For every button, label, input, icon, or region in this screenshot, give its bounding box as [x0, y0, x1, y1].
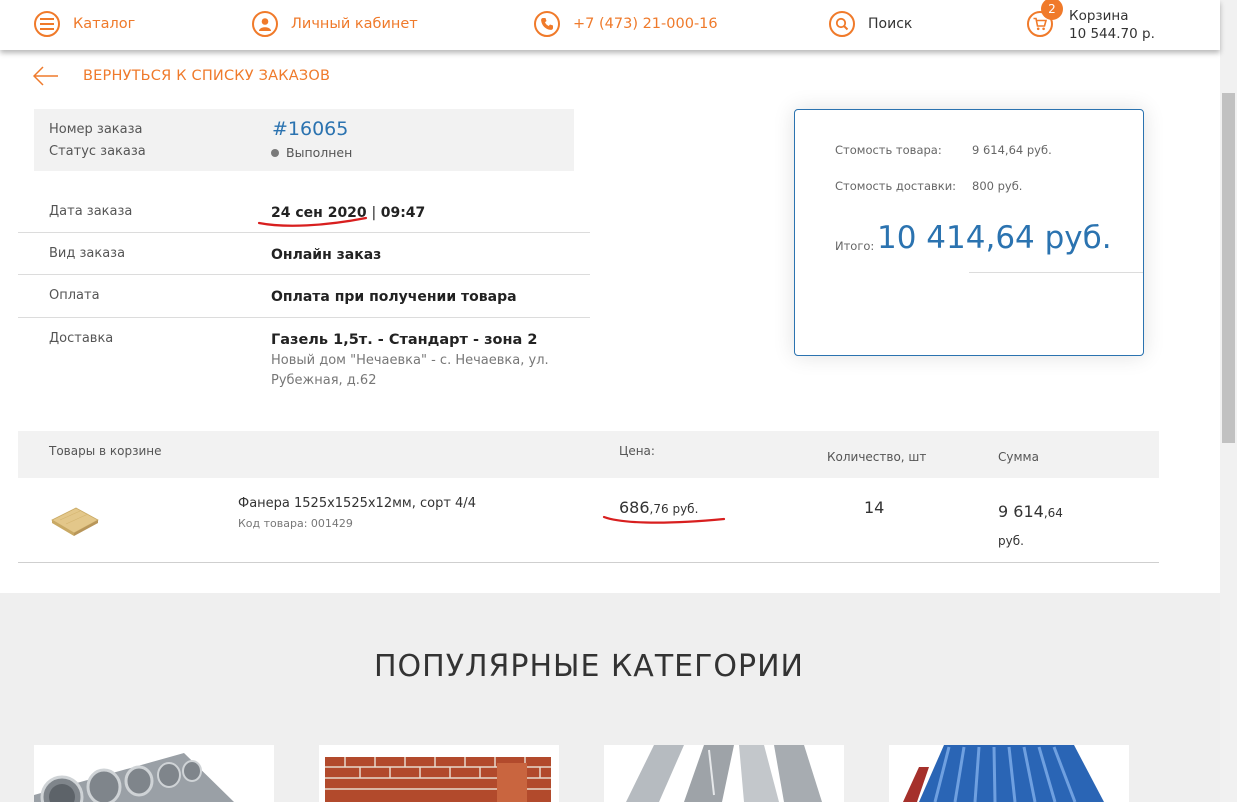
summary-divider: [969, 272, 1143, 273]
category-card-bricks[interactable]: [319, 745, 559, 802]
product-name[interactable]: Фанера 1525х1525х12мм, сорт 4/4: [238, 496, 476, 511]
order-number-label: Номер заказа: [49, 122, 143, 137]
delivery-row: Доставка Газель 1,5т. - Стандарт - зона …: [18, 318, 590, 398]
pipes-image: [34, 745, 274, 802]
phone-number: +7 (473) 21-000-16: [573, 16, 718, 32]
cart-summary[interactable]: Корзина 10 544.70 р.: [1069, 7, 1155, 43]
order-status-value: Выполнен: [286, 145, 353, 160]
total-label: Итого:: [835, 239, 875, 253]
window-edge: [1237, 0, 1248, 802]
arrow-left-icon: [33, 66, 58, 86]
col-header-sum: Сумма: [998, 450, 1039, 464]
account-label: Личный кабинет: [291, 16, 418, 32]
payment-row: Оплата Оплата при получении товара: [18, 275, 590, 318]
search-button[interactable]: Поиск: [829, 10, 912, 38]
phone-icon: [534, 11, 560, 37]
col-header-price: Цена:: [619, 444, 655, 458]
order-type-row: Вид заказа Онлайн заказ: [18, 233, 590, 275]
metal-profiles-image: [604, 745, 844, 802]
roofing-sheets-image: [889, 745, 1129, 802]
category-card-pipes[interactable]: [34, 745, 274, 802]
user-icon: [252, 11, 278, 37]
menu-icon: [34, 11, 60, 37]
payment-value: Оплата при получении товара: [271, 289, 517, 305]
cart-total: 10 544.70 р.: [1069, 26, 1155, 42]
delivery-address-line1: Новый дом "Нечаевка" - с. Нечаевка, ул.: [271, 353, 549, 368]
site-header: Каталог Личный кабинет +7 (473) 21-000-1…: [0, 0, 1220, 50]
delivery-cost-value: 800 руб.: [972, 179, 1023, 193]
payment-label: Оплата: [49, 288, 100, 303]
sum-unit: руб.: [998, 534, 1024, 548]
popular-categories-section: ПОПУЛЯРНЫЕ КАТЕГОРИИ: [0, 593, 1220, 802]
delivery-label: Доставка: [49, 331, 114, 346]
search-icon: [829, 11, 855, 37]
order-status: Выполнен: [271, 145, 352, 160]
order-time: 09:47: [380, 205, 426, 221]
goods-cost-label: Стомость товара:: [835, 143, 942, 157]
order-date-label: Дата заказа: [49, 204, 133, 219]
cart-label: Корзина: [1069, 8, 1129, 24]
account-link[interactable]: Личный кабинет: [252, 10, 418, 38]
col-header-quantity: Количество, шт: [827, 450, 927, 464]
status-dot-icon: [271, 148, 279, 157]
product-code: Код товара: 001429: [238, 517, 353, 530]
phone-link[interactable]: +7 (473) 21-000-16: [534, 10, 718, 38]
order-type-label: Вид заказа: [49, 246, 126, 261]
product-sum: 9 614,64 руб.: [998, 498, 1063, 555]
order-summary-box: Стомость товара: 9 614,64 руб. Стомость …: [794, 109, 1144, 356]
delivery-cost-label: Стомость доставки:: [835, 179, 957, 193]
catalog-label: Каталог: [73, 16, 136, 32]
order-type-value: Онлайн заказ: [271, 247, 382, 263]
order-header-box: Номер заказа Статус заказа #16065 Выполн…: [34, 109, 574, 171]
delivery-address: Новый дом "Нечаевка" - с. Нечаевка, ул. …: [271, 351, 571, 391]
back-to-orders-link[interactable]: ВЕРНУТЬСЯ К СПИСКУ ЗАКАЗОВ: [33, 66, 330, 86]
cart-table-header: Товары в корзине Цена: Количество, шт Су…: [18, 431, 1159, 478]
product-thumbnail[interactable]: [48, 496, 100, 538]
delivery-value: Газель 1,5т. - Стандарт - зона 2: [271, 332, 538, 348]
category-card-profiles[interactable]: [604, 745, 844, 802]
red-underline-annotation-date: [257, 216, 368, 227]
order-status-label: Статус заказа: [49, 144, 146, 159]
col-header-items: Товары в корзине: [49, 444, 162, 458]
category-card-roofing[interactable]: [889, 745, 1129, 802]
product-quantity: 14: [864, 498, 885, 517]
bricks-image: [319, 745, 559, 802]
total-value: 10 414,64 руб.: [877, 220, 1112, 256]
back-link-label: ВЕРНУТЬСЯ К СПИСКУ ЗАКАЗОВ: [83, 68, 331, 84]
goods-cost-value: 9 614,64 руб.: [972, 143, 1052, 157]
catalog-menu[interactable]: Каталог: [34, 10, 135, 38]
popular-categories-title: ПОПУЛЯРНЫЕ КАТЕГОРИИ: [373, 649, 804, 684]
order-number: #16065: [272, 118, 349, 140]
red-underline-annotation-price: [602, 515, 726, 524]
search-label: Поиск: [868, 16, 913, 32]
delivery-address-line2: Рубежная, д.62: [271, 373, 377, 388]
sum-fraction: ,64: [1043, 506, 1063, 520]
sum-integer: 9 614: [998, 502, 1044, 521]
scrollbar-thumb[interactable]: [1222, 93, 1235, 443]
table-row: Фанера 1525х1525х12мм, сорт 4/4 Код това…: [18, 478, 1159, 563]
